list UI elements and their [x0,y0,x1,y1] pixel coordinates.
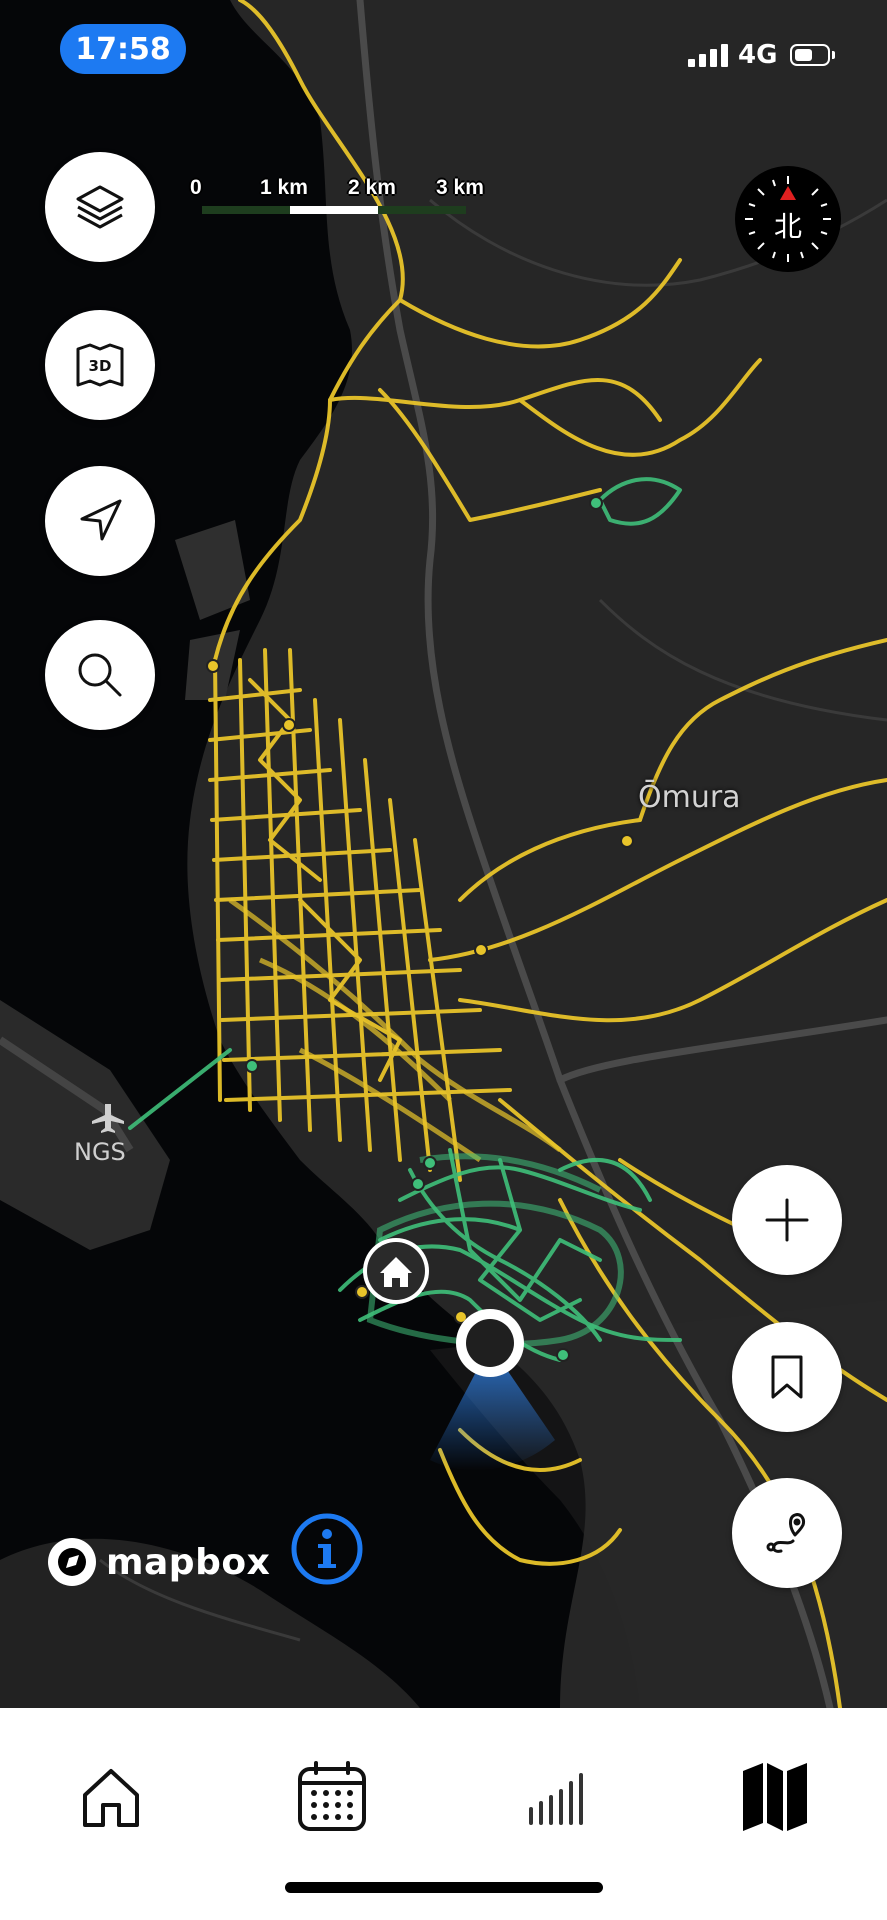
route-button[interactable] [732,1478,842,1588]
tab-map[interactable] [730,1752,820,1842]
locate-button[interactable] [45,466,155,576]
map-icon [743,1763,807,1831]
map-3d-icon: 3D [76,343,124,387]
scale-segment-2 [290,206,378,214]
scale-label-0: 0 [190,176,202,199]
info-icon[interactable] [290,1512,364,1586]
tab-calendar[interactable] [287,1752,377,1842]
layers-icon [76,185,124,229]
place-label: Ōmura [638,780,741,815]
mapbox-logo[interactable]: mapbox [46,1536,270,1588]
stats-icon [529,1773,583,1825]
tab-stats[interactable] [510,1752,600,1842]
scale-bar: 0 1 km 2 km 3 km [190,176,484,222]
scale-segment-3 [378,206,466,214]
scale-label-2: 2 km [348,176,396,199]
search-icon [78,653,122,697]
airport-code-label: NGS [74,1138,126,1166]
signal-icon [688,44,728,67]
compass-button[interactable]: 北 [735,166,841,272]
add-button[interactable] [732,1165,842,1275]
battery-icon [790,44,830,66]
mapbox-wordmark: mapbox [106,1541,271,1583]
bookmark-button[interactable] [732,1322,842,1432]
search-button[interactable] [45,620,155,730]
current-location-marker [456,1309,524,1377]
layers-button[interactable] [45,152,155,262]
home-marker [363,1238,429,1304]
bookmark-icon [771,1355,803,1399]
route-pin-icon [766,1513,805,1553]
plus-icon [765,1198,809,1242]
map-3d-button[interactable]: 3D [45,310,155,420]
status-time: 17:58 [60,24,186,74]
calendar-icon [298,1761,366,1831]
home-indicator [285,1882,603,1893]
compass-label: 北 [773,210,802,243]
scale-segment-1 [202,206,290,214]
home-icon [83,1769,139,1827]
scale-label-1: 1 km [260,176,308,199]
location-arrow-icon [80,499,122,541]
svg-text:3D: 3D [89,357,112,375]
scale-label-3: 3 km [436,176,484,199]
mapbox-icon [48,1538,96,1586]
tab-home[interactable] [66,1752,156,1842]
map-view[interactable]: 17:58 4G 0 1 km 2 km 3 km 北 3D Ōmura NGS… [0,0,887,1708]
network-label: 4G [738,40,778,70]
battery-cap [832,51,835,59]
